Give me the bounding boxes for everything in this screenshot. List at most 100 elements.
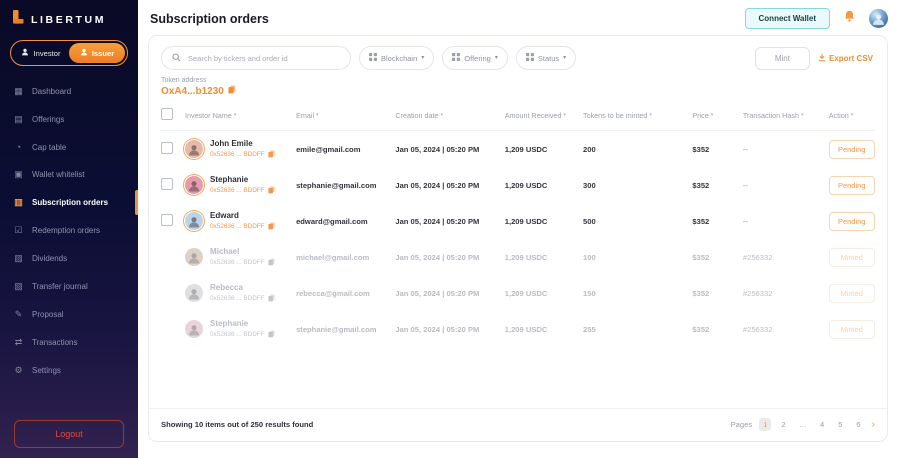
row-checkbox[interactable] [161,214,173,226]
sidebar-item-redemption-orders[interactable]: ☑Redemption orders [0,219,138,242]
column-header-email[interactable]: Email▾ [296,111,395,120]
filter-status[interactable]: Status▾ [516,46,576,70]
page-title: Subscription orders [150,12,269,26]
download-icon [818,53,826,64]
page-button-4[interactable]: 4 [816,418,828,431]
investor-name: Rebecca [210,283,275,293]
sort-icon: ▾ [441,112,444,118]
investor-cell: Stephanie0x52636 ... BDDFF [185,175,296,196]
table-row: Edward0x52636 ... BDDFFedward@gmail.comJ… [161,203,875,239]
connect-wallet-button[interactable]: Connect Wallet [745,8,830,29]
row-checkbox[interactable] [161,142,173,154]
column-header-amount-received[interactable]: Amount Received▾ [505,111,583,120]
filter-label: Offering [464,54,491,63]
subscription-orders-icon: ▥ [13,197,24,208]
sort-icon: ▾ [851,112,854,118]
grid-icon [369,53,377,63]
transactions-icon: ⇄ [13,337,24,348]
export-csv-button[interactable]: Export CSV [818,53,873,64]
sidebar-item-dividends[interactable]: ▨ Dividends [0,247,138,270]
proposal-icon: ✎ [13,309,24,320]
copy-icon[interactable] [268,258,275,268]
column-header-tokens-to-be-minted[interactable]: Tokens to be minted▾ [583,111,692,120]
investor-name: Stephanie [210,175,275,185]
sidebar-item-dashboard[interactable]: ▦ Dashboard [0,80,138,103]
filter-offering[interactable]: Offering▾ [442,46,508,70]
investor-avatar [185,320,203,338]
table-row: Stephanie0x52636 ... BDDFFstephanie@gmai… [161,311,875,347]
role-option-investor[interactable]: Investor [13,43,69,63]
column-header-action[interactable]: Action▾ [829,111,875,120]
sort-icon: ▾ [234,112,237,118]
bell-icon[interactable] [843,9,856,28]
sidebar-item-cap-table[interactable]: ◔Cap table [0,136,138,158]
sort-icon: ▾ [563,112,566,118]
sort-icon: ▾ [801,112,804,118]
dividends-icon: ▨ [13,253,24,264]
copy-icon[interactable] [268,186,275,196]
sidebar-item-label: Transactions [32,338,78,347]
token-address-label: Token address [161,77,875,84]
action-minted-button[interactable]: Minted [829,248,875,267]
column-header-price[interactable]: Price▾ [692,111,742,120]
sidebar-item-settings[interactable]: ⚙Settings [0,359,138,382]
action-pending-button[interactable]: Pending [829,212,875,231]
column-label: Transaction Hash [743,111,799,120]
role-option-issuer[interactable]: Issuer [69,43,125,63]
chevron-down-icon: ▾ [421,55,424,61]
copy-icon[interactable] [268,150,275,160]
copy-icon[interactable] [268,222,275,232]
email-cell: rebecca@gmail.com [296,289,395,298]
brand-name: LIBERTUM [31,14,106,26]
brand-logo: LIBERTUM [0,0,138,33]
sidebar-item-label: Dividends [32,254,67,263]
tokens-cell: 100 [583,253,692,262]
column-header-creation-date[interactable]: Creation date▾ [395,111,504,120]
email-cell: edward@gmail.com [296,217,395,226]
search-input[interactable] [186,53,340,64]
dashboard-icon: ▦ [13,86,24,97]
chevron-down-icon: ▾ [563,55,566,61]
sidebar-item-label: Cap table [32,143,66,152]
table-footer: Showing 10 items out of 250 results foun… [149,408,887,441]
copy-icon[interactable] [228,85,236,97]
column-header-investor-name[interactable]: Investor Name▾ [185,111,296,120]
sidebar-item-transactions[interactable]: ⇄ Transactions [0,331,138,354]
transaction-hash-cell: -- [743,181,829,190]
action-minted-button[interactable]: Minted [829,320,875,339]
copy-icon[interactable] [268,330,275,340]
sidebar-item-subscription-orders[interactable]: ▥ Subscription orders [0,191,138,214]
copy-icon[interactable] [268,294,275,304]
settings-icon: ⚙ [13,365,24,376]
action-pending-button[interactable]: Pending [829,176,875,195]
page-button-2[interactable]: 2 [777,418,789,431]
action-minted-button[interactable]: Minted [829,284,875,303]
amount-received-cell: 1,209 USDC [505,289,583,298]
select-all-checkbox[interactable] [161,108,173,120]
filter-blockchain[interactable]: Blockchain▾ [359,46,434,70]
action-pending-button[interactable]: Pending [829,140,875,159]
sidebar-item-offerings[interactable]: ▤Offerings [0,108,138,131]
redemption-orders-icon: ☑ [13,225,24,236]
row-checkbox[interactable] [161,178,173,190]
mint-button[interactable]: Mint [755,47,810,70]
next-page-icon[interactable]: › [872,420,875,430]
page-button-5[interactable]: 5 [834,418,846,431]
export-csv-label: Export CSV [829,54,873,63]
page-button-6[interactable]: 6 [852,418,864,431]
user-avatar[interactable] [869,9,888,28]
page-button-1[interactable]: 1 [759,418,771,431]
orders-card: Blockchain▾Offering▾Status▾ Mint Export … [148,35,888,442]
sidebar-item-label: Subscription orders [32,198,108,207]
table-row: Rebecca0x52636 ... BDDFFrebecca@gmail.co… [161,275,875,311]
investor-avatar [185,248,203,266]
sidebar-item-label: Dashboard [32,87,71,96]
sidebar-item-transfer-journal[interactable]: ▧Transfer journal [0,275,138,298]
column-label: Investor Name [185,111,232,120]
sidebar-item-proposal[interactable]: ✎Proposal [0,303,138,326]
logout-button[interactable]: Logout [14,420,124,448]
sidebar-item-wallet-whitelist[interactable]: ▣Wallet whitelist [0,163,138,186]
column-header-transaction-hash[interactable]: Transaction Hash▾ [743,111,829,120]
role-toggle[interactable]: InvestorIssuer [10,40,128,66]
search-box[interactable] [161,46,351,70]
